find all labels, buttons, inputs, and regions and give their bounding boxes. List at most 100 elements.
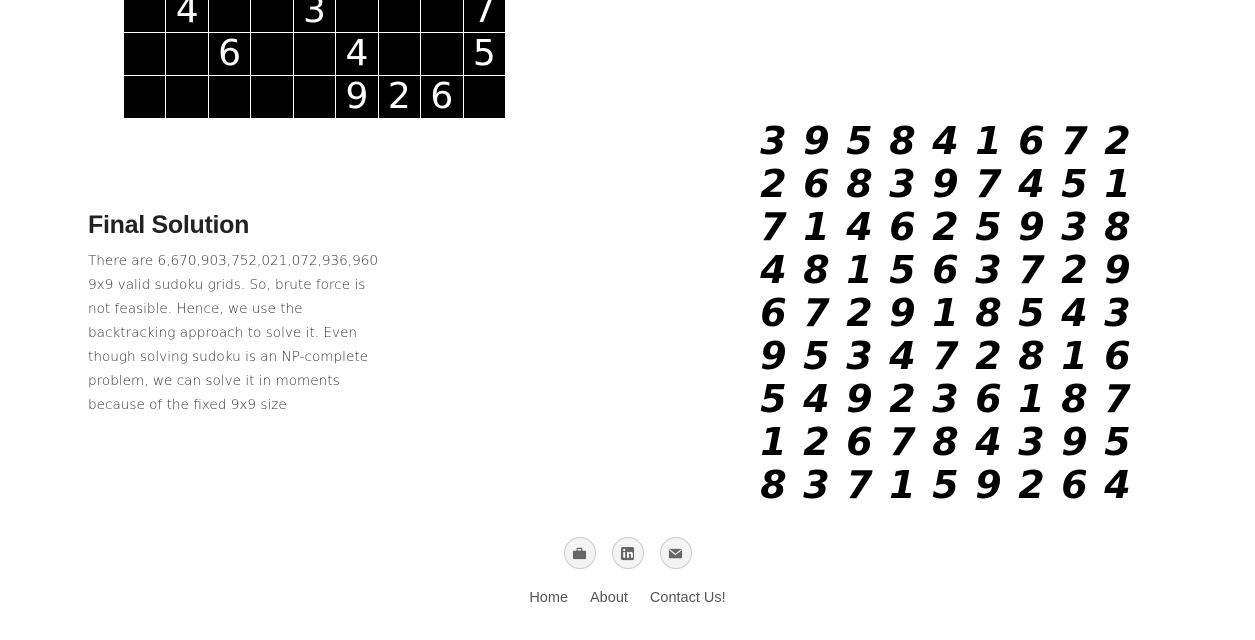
solution-digit: 2 <box>1061 248 1088 292</box>
solution-digit: 6 <box>975 377 1002 421</box>
briefcase-icon[interactable] <box>563 537 596 569</box>
solution-digit: 9 <box>932 162 959 206</box>
solution-digit: 6 <box>846 420 873 464</box>
nav-home[interactable]: Home <box>529 590 568 606</box>
solution-digit: 2 <box>932 205 959 249</box>
solution-digit: 1 <box>803 205 830 249</box>
solution-digit: 7 <box>1104 377 1131 421</box>
solution-digit: 3 <box>932 377 959 421</box>
thresholded-cell <box>165 75 209 119</box>
solution-digit: 7 <box>889 420 916 464</box>
solution-digit: 9 <box>803 119 830 163</box>
solution-digit: 7 <box>932 334 959 378</box>
solution-digit: 7 <box>975 162 1002 206</box>
solution-digit: 9 <box>1061 420 1088 464</box>
thresholded-cell <box>250 32 294 76</box>
thresholded-cell <box>292 32 337 76</box>
solution-digit: 4 <box>1061 291 1088 335</box>
thresholded-cell <box>124 0 167 33</box>
solution-digit: 7 <box>1061 119 1088 163</box>
solution-digit: 1 <box>1018 377 1045 421</box>
thresholded-cell <box>377 32 422 76</box>
solution-digit: 1 <box>1061 334 1088 378</box>
solution-digit: 5 <box>1061 162 1088 206</box>
thresholded-cell <box>124 75 167 119</box>
thresholded-cell: 4 <box>165 0 209 33</box>
solution-digit: 5 <box>1018 291 1045 335</box>
solution-digit: 1 <box>760 420 787 464</box>
solution-digit: 7 <box>846 463 873 507</box>
solution-digit: 3 <box>1061 205 1088 249</box>
solution-digit: 3 <box>846 334 873 378</box>
thresholded-cell <box>250 75 294 119</box>
solution-digit: 9 <box>760 334 787 378</box>
solution-digit: 6 <box>803 162 830 206</box>
solution-digit: 5 <box>846 119 873 163</box>
thresholded-cell: 5 <box>462 32 506 76</box>
thresholded-cell <box>420 0 464 33</box>
solution-digit: 3 <box>889 162 916 206</box>
solution-digit: 3 <box>1018 420 1045 464</box>
email-icon[interactable] <box>659 537 692 569</box>
solution-digit: 9 <box>889 291 916 335</box>
solution-digit: 6 <box>932 248 959 292</box>
thresholded-cell: 2 <box>377 75 422 119</box>
solution-digit: 5 <box>975 205 1002 249</box>
solution-digit: 3 <box>803 463 830 507</box>
solution-digit: 1 <box>889 463 916 507</box>
solution-digit: 5 <box>760 377 787 421</box>
solution-digit: 5 <box>932 463 959 507</box>
thresholded-cell <box>377 0 422 33</box>
solution-digit: 4 <box>760 248 787 292</box>
thresholded-cell: 6 <box>420 75 464 119</box>
solution-digit: 8 <box>803 248 830 292</box>
nav-about[interactable]: About <box>590 590 628 606</box>
page: 437645926 Final Solution There are 6,670… <box>0 0 1255 640</box>
solution-digit: 2 <box>1018 463 1045 507</box>
solution-digit: 3 <box>1104 291 1131 335</box>
solution-digit: 2 <box>1104 119 1131 163</box>
thresholded-cell <box>335 0 379 33</box>
solution-digit: 5 <box>803 334 830 378</box>
nav-contact[interactable]: Contact Us! <box>650 590 726 606</box>
thresholded-cell: 7 <box>462 0 506 33</box>
solution-digit: 9 <box>846 377 873 421</box>
solution-digit: 3 <box>975 248 1002 292</box>
linkedin-icon[interactable] <box>611 537 644 569</box>
solution-digit: 8 <box>1104 205 1131 249</box>
thresholded-cell <box>124 32 167 76</box>
thresholded-grid: 437645926 <box>124 0 506 119</box>
solution-digit: 8 <box>975 291 1002 335</box>
solution-digit: 4 <box>889 334 916 378</box>
solution-digit: 2 <box>889 377 916 421</box>
footer-social-icons <box>0 537 1255 569</box>
solution-digit: 7 <box>803 291 830 335</box>
solution-digit: 7 <box>1018 248 1045 292</box>
solution-digit: 9 <box>975 463 1002 507</box>
solution-digit: 4 <box>975 420 1002 464</box>
solution-digit: 1 <box>846 248 873 292</box>
solution-digit: 8 <box>1061 377 1088 421</box>
section-title: Final Solution <box>88 211 250 239</box>
footer-nav: Home About Contact Us! <box>0 590 1255 606</box>
solution-digit: 6 <box>1061 463 1088 507</box>
thresholded-cell <box>420 32 464 76</box>
thresholded-cell: 4 <box>335 32 379 76</box>
solution-digit: 8 <box>760 463 787 507</box>
solution-digit: 9 <box>1104 248 1131 292</box>
solution-digit: 8 <box>846 162 873 206</box>
solution-digit: 1 <box>975 119 1002 163</box>
thresholded-cell <box>207 75 252 119</box>
solution-digit: 6 <box>889 205 916 249</box>
solution-digit: 8 <box>889 119 916 163</box>
solution-digit: 8 <box>932 420 959 464</box>
thresholded-cell <box>462 75 506 119</box>
thresholded-cell: 3 <box>292 0 337 33</box>
solution-digit: 4 <box>846 205 873 249</box>
solution-digit: 2 <box>803 420 830 464</box>
solution-digit: 9 <box>1018 205 1045 249</box>
solution-digit: 8 <box>1018 334 1045 378</box>
solution-digit: 6 <box>1018 119 1045 163</box>
solution-digit: 3 <box>760 119 787 163</box>
solution-digit: 2 <box>846 291 873 335</box>
